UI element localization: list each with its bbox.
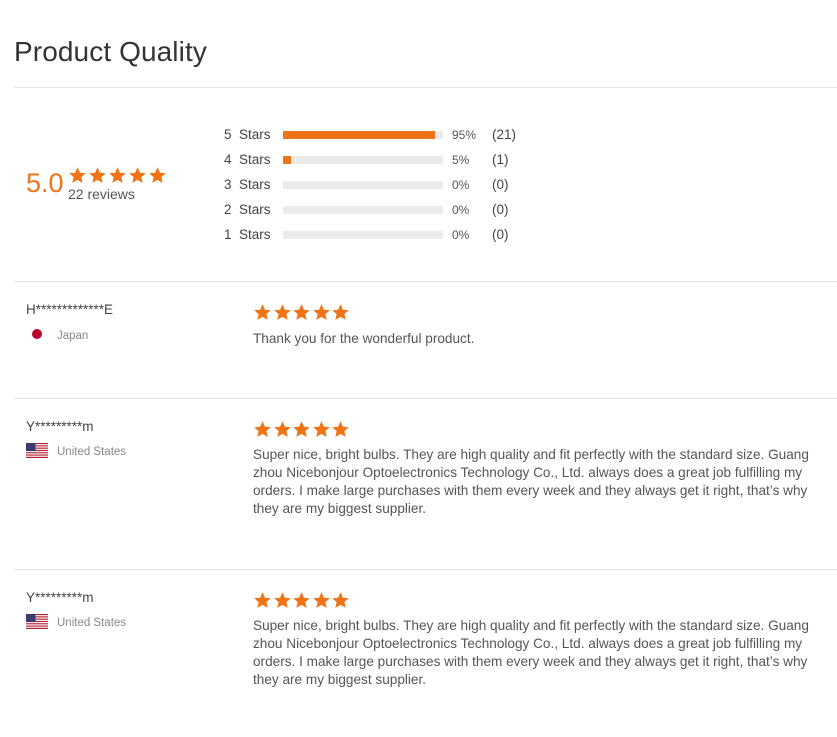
average-score: 5.0: [26, 168, 64, 198]
country-label: United States: [57, 617, 127, 629]
distribution-label: 4 Stars: [224, 152, 271, 167]
reviewer-country: Japan: [26, 327, 88, 344]
country-label: United States: [57, 446, 127, 458]
star-icon: [331, 591, 350, 609]
distribution-count: (0): [492, 177, 509, 192]
summary-stars: [68, 166, 167, 184]
distribution-count: (21): [492, 127, 517, 142]
page-title: Product Quality: [14, 36, 207, 67]
distribution-percent: 0%: [452, 228, 470, 242]
review-count: 22 reviews: [68, 186, 135, 202]
country-label: Japan: [57, 329, 89, 342]
review-stars: [253, 591, 351, 609]
star-icon: [273, 303, 292, 321]
review-stars: [253, 303, 351, 321]
distribution-label: 2 Stars: [224, 202, 271, 217]
star-icon: [253, 420, 272, 438]
distribution-bar-track: [283, 181, 443, 189]
star-icon: [273, 591, 292, 609]
star-icon: [68, 166, 87, 184]
distribution-count: (1): [492, 152, 509, 167]
distribution-label: 5 Stars: [224, 127, 271, 142]
distribution-bar-track: [283, 231, 443, 239]
star-icon: [273, 420, 292, 438]
distribution-bar-fill: [283, 131, 435, 139]
distribution-bar-track: [283, 131, 443, 139]
divider: [14, 281, 837, 282]
us-flag-icon: [26, 614, 48, 632]
us-flag-icon: [26, 443, 48, 461]
reviewer-name: H*************E: [26, 302, 114, 317]
distribution-count: (0): [492, 202, 509, 217]
star-icon: [292, 591, 311, 609]
star-icon: [331, 303, 350, 321]
distribution-percent: 5%: [452, 153, 470, 167]
distribution-label: 1 Stars: [224, 227, 271, 242]
japan-flag-icon: [26, 327, 48, 344]
distribution-percent: 95%: [452, 128, 477, 142]
star-icon: [292, 420, 311, 438]
divider: [14, 87, 837, 88]
distribution-percent: 0%: [452, 203, 470, 217]
review-text: Thank you for the wonderful product.: [253, 331, 475, 346]
star-icon: [331, 420, 350, 438]
divider: [14, 569, 837, 570]
star-icon: [128, 166, 147, 184]
reviewer-name: Y*********m: [26, 590, 94, 605]
distribution-label: 3 Stars: [224, 177, 271, 192]
star-icon: [292, 303, 311, 321]
star-icon: [312, 591, 331, 609]
star-icon: [253, 591, 272, 609]
star-icon: [108, 166, 127, 184]
reviewer-country: United States: [26, 614, 126, 632]
star-icon: [253, 303, 272, 321]
star-icon: [148, 166, 167, 184]
distribution-bar-track: [283, 156, 443, 164]
reviewer-name: Y*********m: [26, 419, 94, 434]
divider: [14, 398, 837, 399]
review-text: Super nice, bright bulbs. They are high …: [253, 618, 809, 687]
distribution-percent: 0%: [452, 178, 470, 192]
distribution-count: (0): [492, 227, 509, 242]
star-icon: [88, 166, 107, 184]
reviewer-country: United States: [26, 443, 126, 461]
star-icon: [312, 303, 331, 321]
distribution-bar-track: [283, 206, 443, 214]
distribution-bar-fill: [283, 156, 291, 164]
star-icon: [312, 420, 331, 438]
review-stars: [253, 420, 351, 438]
review-text: Super nice, bright bulbs. They are high …: [253, 447, 809, 516]
